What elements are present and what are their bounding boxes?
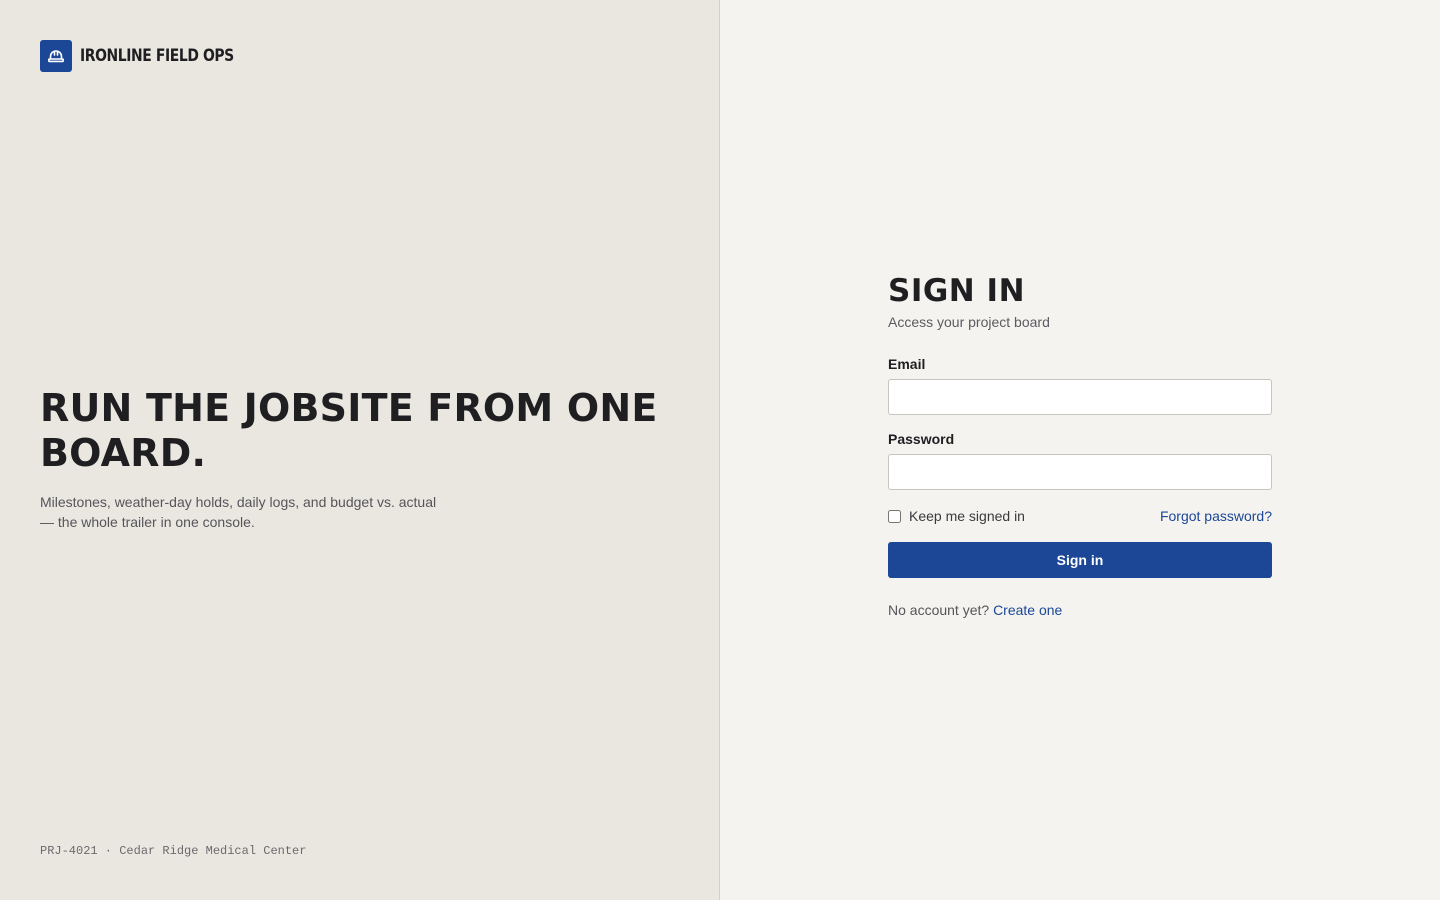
create-account-link[interactable]: Create one bbox=[993, 602, 1062, 618]
remember-me[interactable]: Keep me signed in bbox=[888, 508, 1025, 524]
hero-panel: IRONLINE FIELD OPS RUN THE JOBSITE FROM … bbox=[0, 0, 720, 900]
signin-subtitle: Access your project board bbox=[888, 314, 1050, 330]
brand-name: IRONLINE FIELD OPS bbox=[80, 46, 234, 66]
forgot-password-link[interactable]: Forgot password? bbox=[1160, 508, 1272, 524]
project-reference: PRJ-4021 · Cedar Ridge Medical Center bbox=[40, 844, 307, 858]
signin-options-row: Keep me signed in Forgot password? bbox=[888, 506, 1272, 526]
hero-title: RUN THE JOBSITE FROM ONE BOARD. bbox=[40, 386, 658, 475]
hero-subtitle: Milestones, weather-day holds, daily log… bbox=[40, 494, 437, 530]
password-label: Password bbox=[888, 431, 955, 447]
hard-hat-icon bbox=[40, 40, 72, 72]
hero-copy: RUN THE JOBSITE FROM ONE BOARD. Mileston… bbox=[40, 386, 680, 532]
email-field[interactable] bbox=[888, 379, 1272, 415]
signup-prompt-text: No account yet? bbox=[888, 602, 990, 618]
signup-prompt: No account yet? Create one bbox=[888, 602, 1272, 618]
remember-me-label: Keep me signed in bbox=[909, 508, 1025, 524]
brand-logo: IRONLINE FIELD OPS bbox=[40, 40, 268, 72]
signin-panel: SIGN IN Access your project board Email … bbox=[720, 0, 1440, 900]
signin-form: SIGN IN Access your project board Email … bbox=[888, 272, 1272, 618]
email-label: Email bbox=[888, 356, 926, 372]
login-page: IRONLINE FIELD OPS RUN THE JOBSITE FROM … bbox=[0, 0, 1440, 900]
signin-title: SIGN IN bbox=[888, 273, 1026, 309]
sign-in-button[interactable]: Sign in bbox=[888, 542, 1272, 578]
remember-me-checkbox[interactable] bbox=[888, 509, 901, 523]
password-field[interactable] bbox=[888, 454, 1272, 490]
